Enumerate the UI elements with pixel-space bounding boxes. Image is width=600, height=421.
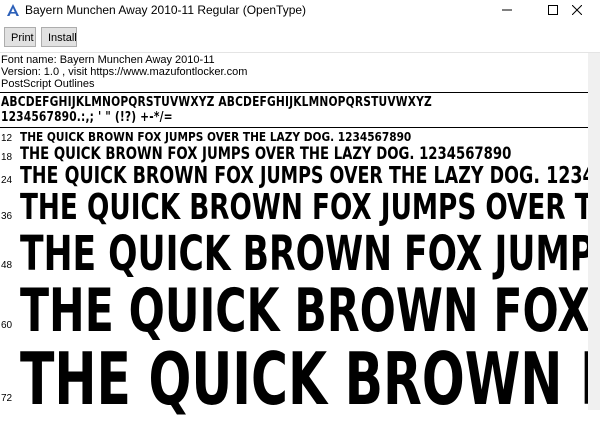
size-label-12: 12 [1, 133, 13, 144]
divider [0, 92, 588, 93]
size-label-60: 60 [1, 320, 13, 331]
divider [0, 127, 588, 128]
title-bar: Bayern Munchen Away 2010-11 Regular (Ope… [0, 0, 600, 20]
sample-12: THE QUICK BROWN FOX JUMPS OVER THE LAZY … [20, 130, 412, 144]
font-outlines: PostScript Outlines [1, 78, 95, 90]
size-label-18: 18 [1, 152, 13, 163]
sample-18: THE QUICK BROWN FOX JUMPS OVER THE LAZY … [20, 144, 512, 164]
window-title: Bayern Munchen Away 2010-11 Regular (Ope… [25, 3, 307, 17]
sample-72: THE QUICK BROWN FOX JUMPS OVER THE LAZY … [20, 337, 600, 421]
minimize-button[interactable] [484, 0, 530, 20]
sample-24: THE QUICK BROWN FOX JUMPS OVER THE LAZY … [20, 163, 600, 189]
charset-numbers: 1234567890.:,; ' " (!?) +-*/= [1, 110, 173, 125]
charset-letters: ABCDEFGHIJKLMNOPQRSTUVWXYZ ABCDEFGHIJKLM… [1, 95, 432, 110]
toolbar: Print Install [0, 20, 600, 53]
install-button[interactable]: Install [41, 27, 77, 47]
size-label-36: 36 [1, 211, 13, 222]
font-a-icon [7, 4, 19, 16]
minimize-icon [502, 9, 512, 11]
print-button[interactable]: Print [4, 27, 36, 47]
sample-60: THE QUICK BROWN FOX JUMPS OVER THE LAZY … [20, 276, 600, 346]
scrollbar[interactable] [588, 53, 600, 410]
sample-48: THE QUICK BROWN FOX JUMPS OVER THE LAZY … [20, 226, 600, 282]
size-label-48: 48 [1, 260, 13, 271]
sample-36: THE QUICK BROWN FOX JUMPS OVER THE LAZY … [20, 187, 600, 228]
close-icon [572, 5, 582, 15]
size-label-72: 72 [1, 393, 13, 404]
size-label-24: 24 [1, 175, 13, 186]
close-button[interactable] [554, 0, 600, 20]
